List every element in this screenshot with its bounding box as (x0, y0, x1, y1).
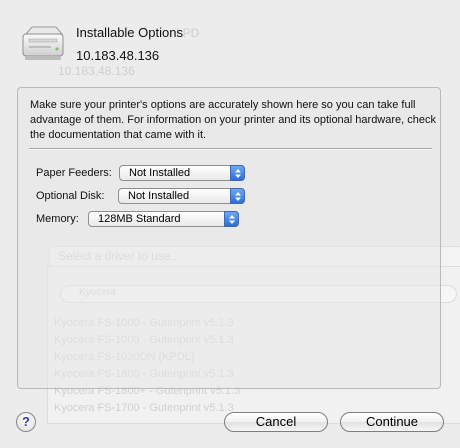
printer-icon (20, 24, 66, 62)
popup-arrows-icon (230, 165, 245, 181)
paper-feeders-popup[interactable]: Not Installed (119, 165, 245, 181)
sheet-title: Installable Options (76, 25, 183, 40)
options-description: Make sure your printer's options are acc… (30, 99, 437, 141)
optional-disk-popup[interactable]: Not Installed (118, 188, 245, 204)
cancel-button[interactable]: Cancel (224, 412, 328, 432)
popup-arrows-icon (224, 211, 239, 227)
optional-disk-label: Optional Disk: (36, 190, 105, 202)
paper-feeders-value: Not Installed (129, 167, 191, 179)
memory-label: Memory: (36, 213, 79, 225)
memory-value: 128MB Standard (98, 213, 181, 225)
help-button[interactable]: ? (16, 412, 36, 432)
printer-address: 10.183.48.136 (76, 48, 160, 63)
memory-popup[interactable]: 128MB Standard (88, 211, 239, 227)
background-driver-row: Kyocera FS-1700 - Gutenprint v5.1.3 (54, 402, 234, 414)
paper-feeders-label: Paper Feeders: (36, 167, 112, 179)
separator-line (29, 148, 432, 150)
background-address: 10.183.48.136 (58, 64, 135, 78)
popup-arrows-icon (230, 188, 245, 204)
continue-button[interactable]: Continue (340, 412, 444, 432)
optional-disk-value: Not Installed (128, 190, 190, 202)
